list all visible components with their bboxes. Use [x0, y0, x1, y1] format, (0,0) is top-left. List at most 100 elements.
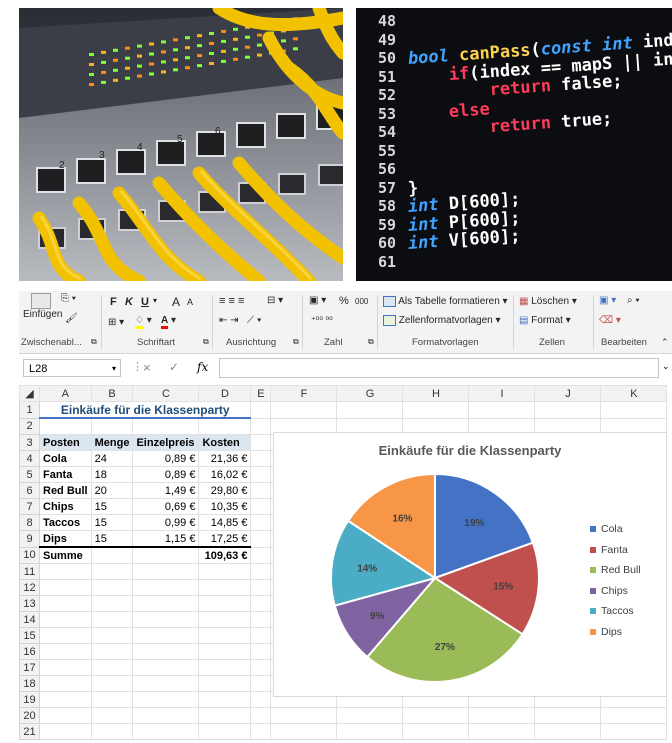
cancel-icon[interactable]: ×: [143, 360, 151, 375]
row-header-19[interactable]: 19: [19, 691, 40, 708]
cell-d6[interactable]: 29,80 €: [198, 482, 252, 499]
cell-d8[interactable]: 14,85 €: [198, 514, 252, 531]
cell-a21[interactable]: [39, 723, 92, 740]
percent-button[interactable]: %: [339, 295, 349, 307]
cell-e2[interactable]: [250, 417, 272, 435]
cell-a11[interactable]: [39, 563, 92, 580]
cell-e17[interactable]: [250, 659, 272, 676]
cell-c11[interactable]: [132, 563, 200, 580]
row-header-1[interactable]: 1: [19, 401, 40, 419]
cell-c7[interactable]: 0,69 €: [132, 498, 200, 515]
legend-item[interactable]: Taccos: [590, 601, 641, 622]
cell-b13[interactable]: [90, 595, 134, 612]
underline-button[interactable]: U: [141, 296, 149, 308]
cell-styles-button[interactable]: Zellenformatvorlagen ▾: [383, 315, 501, 326]
orientation-icon[interactable]: ⟋ ▾: [247, 315, 262, 326]
row-header-16[interactable]: 16: [19, 643, 40, 660]
cell-c15[interactable]: [132, 627, 200, 644]
cell-d20[interactable]: [198, 707, 252, 724]
font-color-icon[interactable]: A ▾: [161, 315, 176, 329]
enter-icon[interactable]: ✓: [169, 360, 179, 374]
row-header-12[interactable]: 12: [19, 579, 40, 596]
formula-input[interactable]: [219, 358, 659, 378]
legend-item[interactable]: Fanta: [590, 540, 641, 561]
cell-b2[interactable]: [90, 417, 134, 435]
cell-a4[interactable]: Cola: [39, 450, 92, 467]
cell-d21[interactable]: [198, 723, 252, 740]
cell-i21[interactable]: [468, 723, 536, 740]
cell-g1[interactable]: [336, 401, 404, 419]
cell-b12[interactable]: [90, 579, 134, 596]
cell-d11[interactable]: [198, 563, 252, 580]
cell-e11[interactable]: [250, 563, 272, 580]
cell-a9[interactable]: Dips: [39, 530, 92, 548]
row-header-11[interactable]: 11: [19, 563, 40, 580]
shrink-font-button[interactable]: A: [187, 297, 193, 307]
format-button[interactable]: ▤ Format ▾: [519, 315, 571, 326]
cell-c5[interactable]: 0,89 €: [132, 466, 200, 483]
cell-b20[interactable]: [90, 707, 134, 724]
dialog-launcher-icon[interactable]: ⧉: [91, 337, 97, 347]
chevron-down-icon[interactable]: ▾: [112, 360, 116, 378]
cell-b11[interactable]: [90, 563, 134, 580]
cell-h1[interactable]: [402, 401, 470, 419]
cell-b18[interactable]: [90, 675, 134, 692]
cell-b5[interactable]: 18: [90, 466, 134, 483]
column-header-a[interactable]: A: [39, 385, 92, 402]
cell-b19[interactable]: [90, 691, 134, 708]
indent-icon[interactable]: ⇤ ⇥: [219, 315, 239, 326]
cell-c10[interactable]: [132, 546, 200, 564]
row-header-7[interactable]: 7: [19, 498, 40, 515]
thousands-button[interactable]: 000: [355, 297, 368, 306]
row-header-17[interactable]: 17: [19, 659, 40, 676]
cell-j1[interactable]: [534, 401, 602, 419]
legend-item[interactable]: Red Bull: [590, 560, 641, 581]
cell-f20[interactable]: [270, 707, 338, 724]
row-header-8[interactable]: 8: [19, 514, 40, 531]
column-header-g[interactable]: G: [336, 385, 404, 402]
cell-d4[interactable]: 21,36 €: [198, 450, 252, 467]
cell-c17[interactable]: [132, 659, 200, 676]
cell-d16[interactable]: [198, 643, 252, 660]
cell-e18[interactable]: [250, 675, 272, 692]
name-box[interactable]: L28 ▾: [23, 359, 121, 377]
cell-a13[interactable]: [39, 595, 92, 612]
cell-e12[interactable]: [250, 579, 272, 596]
row-header-10[interactable]: 10: [19, 546, 40, 564]
cell-b15[interactable]: [90, 627, 134, 644]
cell-e21[interactable]: [250, 723, 272, 740]
column-header-e[interactable]: E: [250, 385, 272, 402]
cell-i20[interactable]: [468, 707, 536, 724]
cell-d18[interactable]: [198, 675, 252, 692]
border-icon[interactable]: ⊞ ▾: [108, 317, 124, 328]
cell-b9[interactable]: 15: [90, 530, 134, 548]
cell-e14[interactable]: [250, 611, 272, 628]
legend-item[interactable]: Chips: [590, 581, 641, 602]
legend-item[interactable]: Dips: [590, 622, 641, 643]
cell-c6[interactable]: 1,49 €: [132, 482, 200, 499]
row-header-5[interactable]: 5: [19, 466, 40, 483]
cell-e15[interactable]: [250, 627, 272, 644]
cell-a15[interactable]: [39, 627, 92, 644]
row-header-13[interactable]: 13: [19, 595, 40, 612]
cell-k20[interactable]: [600, 707, 668, 724]
cell-g20[interactable]: [336, 707, 404, 724]
cell-a6[interactable]: Red Bull: [39, 482, 92, 499]
cell-b3[interactable]: Menge: [90, 434, 134, 451]
cell-a5[interactable]: Fanta: [39, 466, 92, 483]
row-header-6[interactable]: 6: [19, 482, 40, 499]
italic-button[interactable]: K: [125, 296, 133, 308]
column-header-f[interactable]: F: [270, 385, 338, 402]
cell-f1[interactable]: [270, 401, 338, 419]
cell-i1[interactable]: [468, 401, 536, 419]
function-icon[interactable]: fx: [197, 360, 208, 374]
cell-d2[interactable]: [198, 417, 252, 435]
merge-icon[interactable]: ⊟ ▾: [267, 295, 283, 306]
cell-e8[interactable]: [250, 514, 272, 531]
cell-b10[interactable]: [90, 546, 134, 564]
cell-a1[interactable]: Einkäufe für die Klassenparty: [38, 401, 252, 419]
cell-b17[interactable]: [90, 659, 134, 676]
legend-item[interactable]: Cola: [590, 519, 641, 540]
cell-c16[interactable]: [132, 643, 200, 660]
cell-e3[interactable]: [250, 434, 272, 451]
